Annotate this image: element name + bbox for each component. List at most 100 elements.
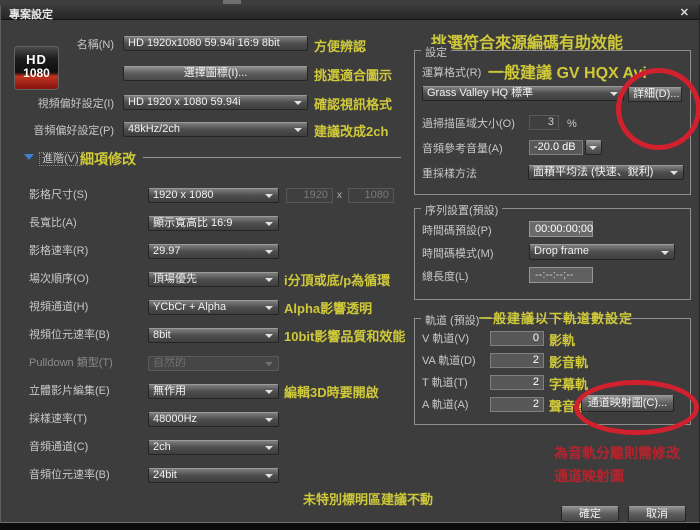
collapse-triangle-icon[interactable] [24, 154, 34, 160]
annotation-video-format: 確認視訊格式 [314, 94, 392, 113]
frame-height-input: 1080 [348, 188, 394, 203]
frame-size-label: 影格尺寸(S) [29, 189, 88, 202]
close-icon[interactable]: ✕ [680, 6, 689, 19]
settings-group-title: 設定 [421, 44, 451, 60]
chevron-down-icon [265, 278, 273, 282]
advanced-toggle[interactable]: 進階(V) [39, 152, 82, 166]
audio-preset-label: 音頻偏好設定(P) [21, 125, 114, 138]
frame-rate-label: 影格速率(R) [29, 245, 88, 258]
video-bit-depth-label: 視頻位元速率(B) [29, 329, 110, 342]
project-preset-badge: HD 1080 [14, 46, 59, 90]
red-circle-annotation-detail [616, 68, 700, 150]
audio-preset-dropdown[interactable]: 48kHz/2ch [123, 122, 308, 137]
sample-rate-value: 48000Hz [153, 413, 197, 425]
badge-line2: 1080 [15, 67, 58, 80]
tc-mode-label: 時間碼模式(M) [422, 248, 494, 261]
va-track-input[interactable]: 2 [490, 353, 544, 368]
chevron-down-icon [265, 418, 273, 422]
chevron-down-icon [294, 128, 302, 132]
pulldown-type-label: Pulldown 類型(T) [29, 357, 113, 370]
annotation-3d: 編輯3D時要開啟 [284, 382, 379, 401]
video-preset-value: HD 1920 x 1080 59.94i [128, 96, 241, 108]
frame-width-input: 1920 [286, 188, 333, 203]
video-channel-value: YCbCr + Alpha [153, 301, 226, 313]
annotation-icon: 挑選適合圖示 [314, 65, 392, 84]
t-track-input[interactable]: 2 [490, 375, 544, 390]
chevron-down-icon [265, 474, 273, 478]
chevron-down-icon [265, 250, 273, 254]
annotation-10bit: 10bit影響品質和效能 [284, 326, 405, 345]
overscan-unit: % [567, 118, 577, 131]
pulldown-type-dropdown: 自然的 [148, 356, 279, 371]
aspect-ratio-dropdown[interactable]: 顯示寬高比 16:9 [148, 216, 279, 231]
stereoscopic-label: 立體影片編集(E) [29, 385, 110, 398]
audio-bit-depth-dropdown[interactable]: 24bit [148, 468, 279, 483]
audio-channel-value: 2ch [153, 441, 171, 453]
annotation-track-counts: 一般建議以下軌道數設定 [479, 308, 633, 327]
chevron-down-icon [294, 101, 302, 105]
chevron-down-icon [589, 146, 597, 150]
overscan-label: 過掃描區域大小(O) [422, 118, 515, 131]
annotation-untouched: 未特別標明區建議不動 [303, 489, 433, 508]
chevron-down-icon [265, 334, 273, 338]
audio-bit-depth-value: 24bit [153, 469, 177, 481]
select-icon-button[interactable]: 選擇圖標(I)... [123, 66, 308, 81]
sample-rate-dropdown[interactable]: 48000Hz [148, 412, 279, 427]
render-format-dropdown[interactable]: Grass Valley HQ 標準 [422, 86, 624, 101]
resample-dropdown[interactable]: 面積平均法 (快速、銳利) [528, 165, 684, 180]
render-format-label: 運算格式(R) [422, 67, 481, 80]
resample-label: 重採樣方法 [422, 168, 477, 181]
name-input[interactable]: HD 1920x1080 59.94i 16:9 8bit [123, 36, 308, 51]
render-format-value: Grass Valley HQ 標準 [427, 87, 533, 99]
resample-value: 面積平均法 (快速、銳利) [533, 166, 653, 178]
dialog-title: 專案設定 [9, 6, 53, 22]
video-channel-dropdown[interactable]: YCbCr + Alpha [148, 300, 279, 315]
frame-size-value: 1920 x 1080 [153, 189, 214, 201]
audio-ref-dropdown-button[interactable] [585, 140, 602, 155]
audio-ref-input[interactable]: -20.0 dB [529, 140, 583, 155]
audio-preset-value: 48kHz/2ch [128, 123, 180, 135]
video-bit-depth-dropdown[interactable]: 8bit [148, 328, 279, 343]
badge-line1: HD [15, 53, 58, 67]
pulldown-type-value: 自然的 [153, 357, 186, 369]
tc-mode-value: Drop frame [534, 245, 589, 257]
annotation-render-format: 一般建議 GV HQX Avi [488, 59, 647, 83]
chevron-down-icon [265, 222, 273, 226]
v-track-input[interactable]: 0 [490, 331, 544, 346]
video-preset-label: 視頻偏好設定(I) [21, 98, 114, 111]
chevron-down-icon [265, 446, 273, 450]
annotation-v-track: 影軌 [549, 330, 575, 349]
field-order-label: 場次順序(O) [29, 273, 89, 286]
annotation-name: 方便辨認 [314, 36, 366, 55]
frame-size-dropdown[interactable]: 1920 x 1080 [148, 188, 279, 203]
name-label: 名稱(N) [21, 39, 114, 52]
annotation-alpha: Alpha影響透明 [284, 298, 372, 317]
video-preset-dropdown[interactable]: HD 1920 x 1080 59.94i [123, 95, 308, 110]
tc-preset-input[interactable]: 00:00:00;00 [529, 221, 593, 237]
stereoscopic-dropdown[interactable]: 無作用 [148, 384, 279, 399]
tc-mode-dropdown[interactable]: Drop frame [529, 244, 675, 260]
stereoscopic-value: 無作用 [153, 385, 186, 397]
audio-channel-dropdown[interactable]: 2ch [148, 440, 279, 455]
red-circle-annotation-channel-map [574, 380, 699, 435]
chevron-down-icon [265, 390, 273, 394]
chevron-down-icon [610, 92, 618, 96]
chevron-down-icon [670, 171, 678, 175]
background-app-edge [223, 0, 241, 4]
frame-rate-dropdown[interactable]: 29.97 [148, 244, 279, 259]
audio-ref-label: 音頻參考音量(A) [422, 143, 503, 156]
cancel-button[interactable]: 取消 [628, 506, 686, 522]
titlebar: 專案設定 ✕ [1, 5, 699, 20]
ok-button[interactable]: 確定 [561, 506, 619, 522]
annotation-audio-channels: 建議改成2ch [314, 121, 388, 140]
audio-bit-depth-label: 音頻位元速率(B) [29, 469, 110, 482]
audio-channel-label: 音頻通道(C) [29, 441, 88, 454]
chevron-down-icon [661, 251, 669, 255]
annotation-t-track: 字幕軌 [549, 374, 588, 393]
total-length-input: --:--:--;-- [529, 267, 593, 283]
total-length-label: 總長度(L) [422, 271, 468, 284]
a-track-label: A 軌道(A) [422, 399, 468, 412]
a-track-input[interactable]: 2 [490, 397, 544, 412]
sample-rate-label: 採樣速率(T) [29, 413, 87, 426]
field-order-dropdown[interactable]: 頂場優先 [148, 272, 279, 287]
